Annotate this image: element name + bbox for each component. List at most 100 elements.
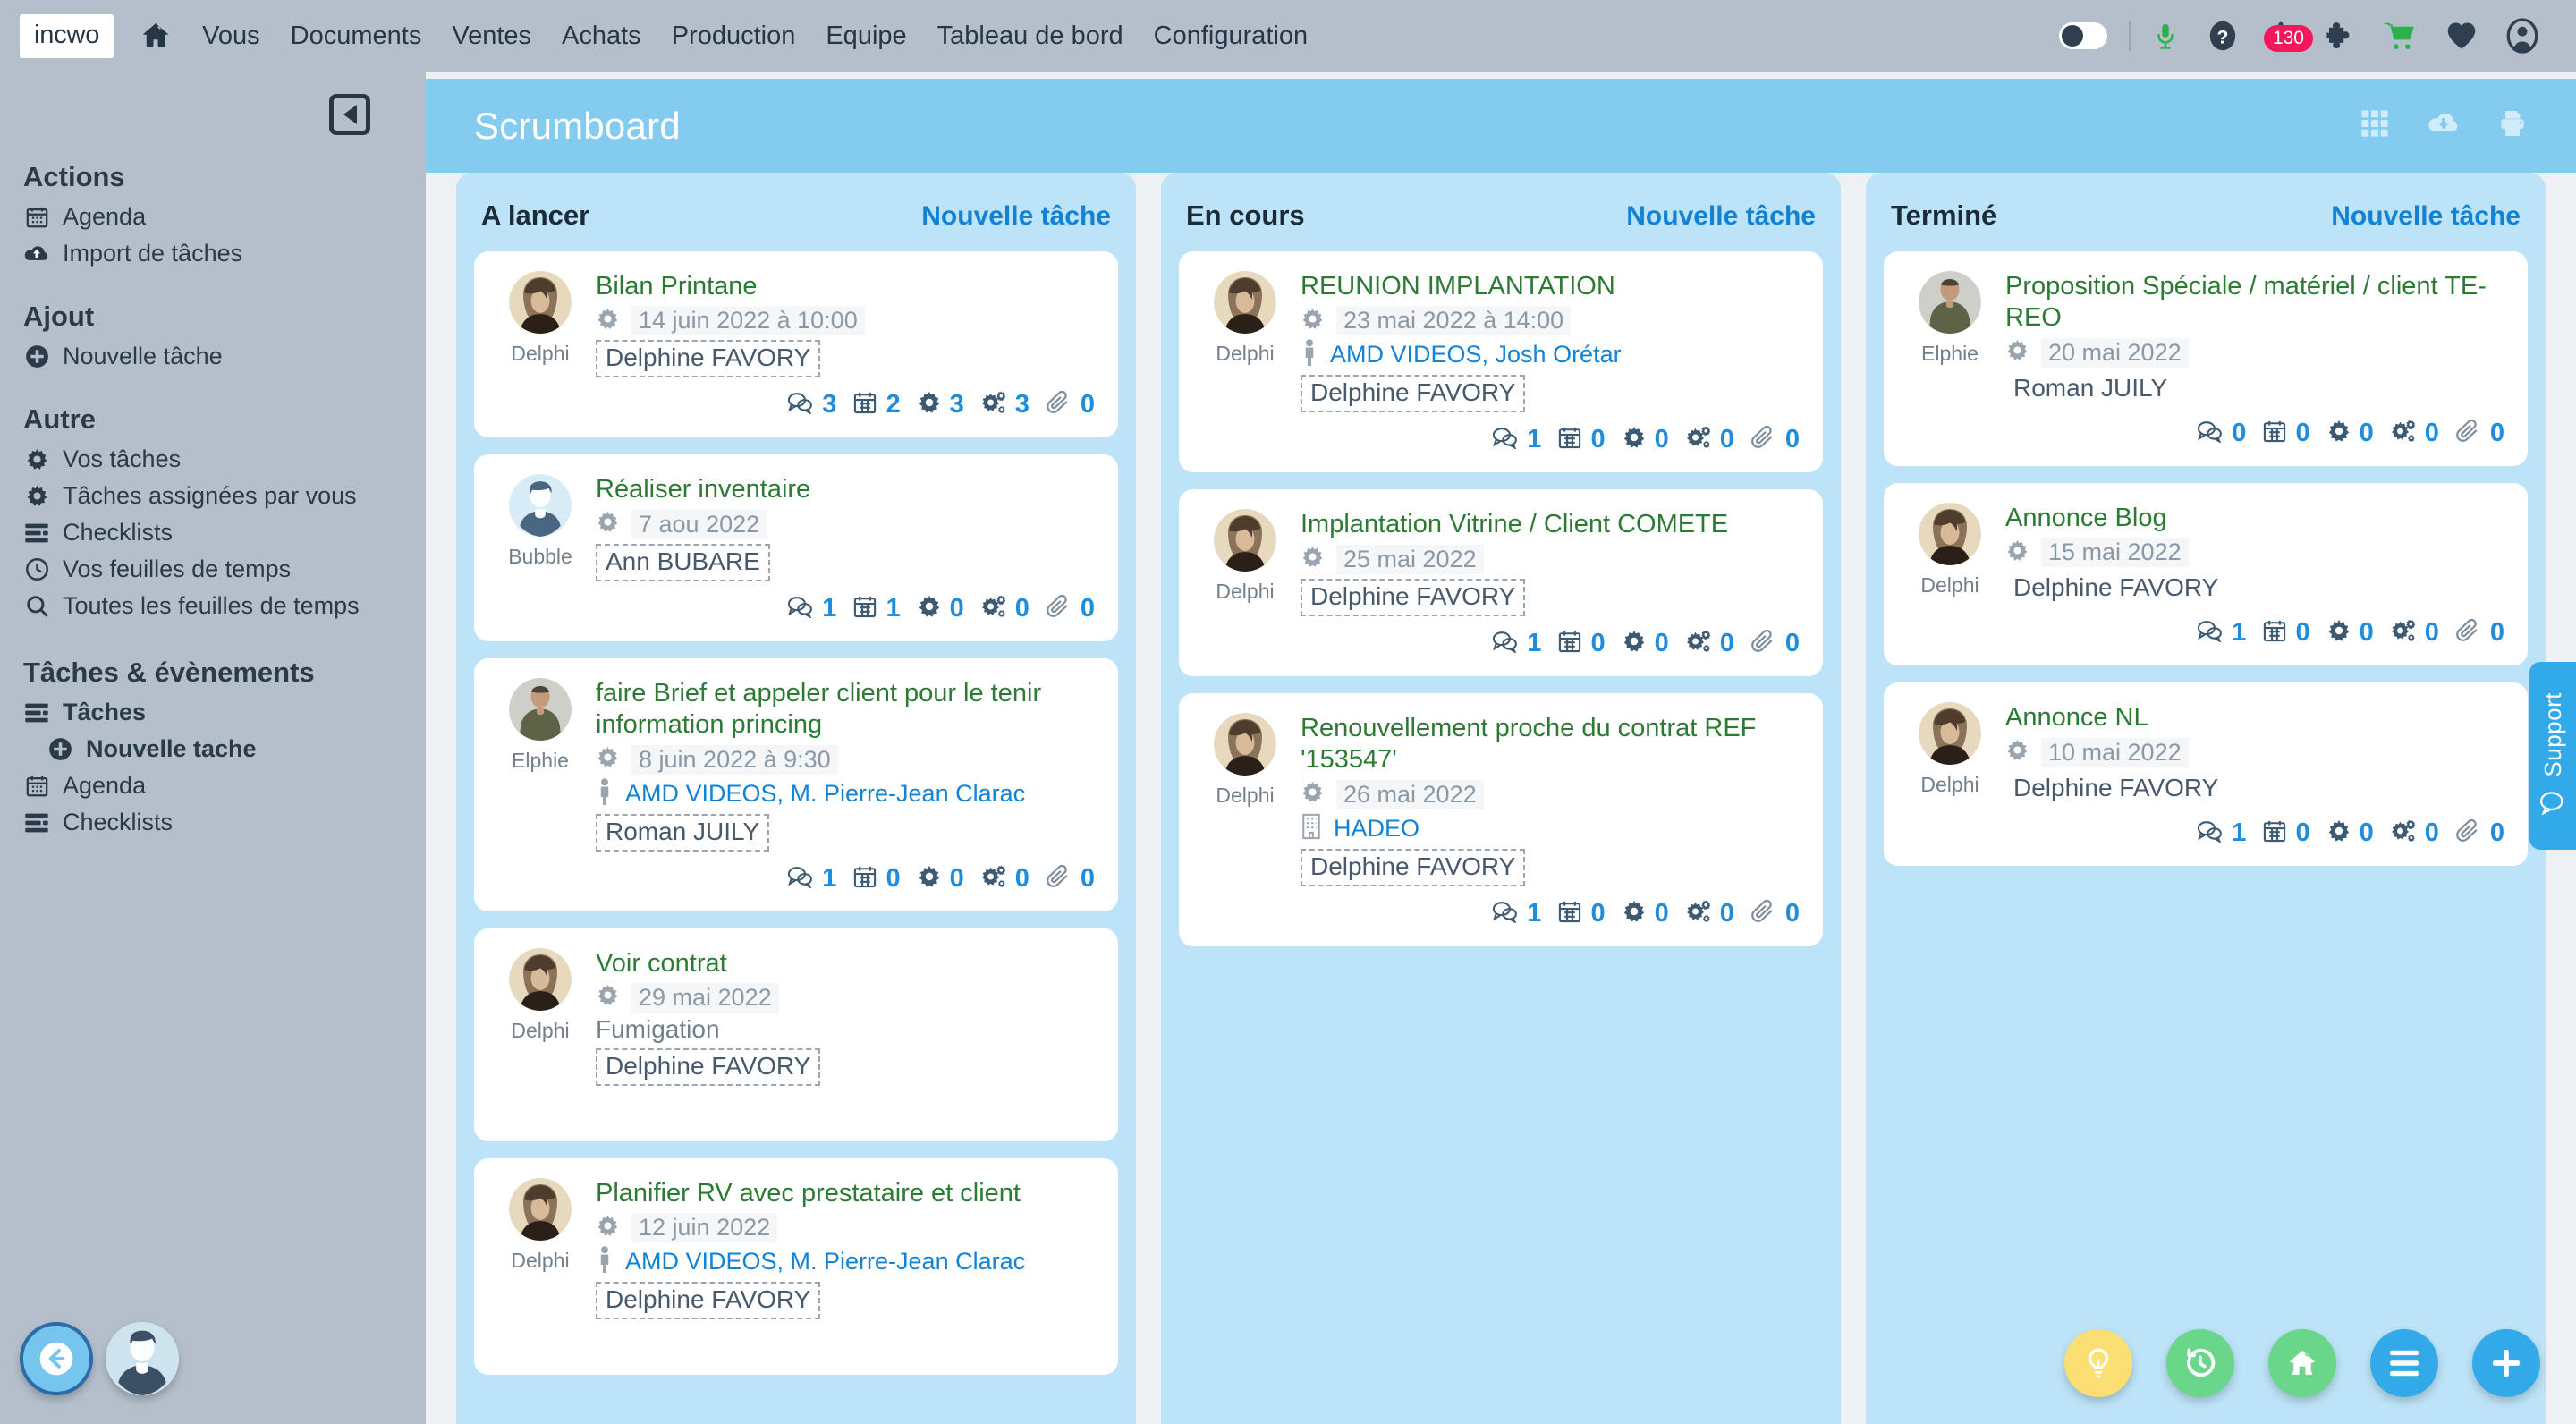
sidebar-item-taches-assignees[interactable]: Tâches assignées par vous bbox=[0, 478, 426, 514]
nav-item-production[interactable]: Production bbox=[657, 21, 811, 51]
stat-value: 3 bbox=[949, 390, 964, 420]
list-icon bbox=[23, 813, 50, 833]
task-title[interactable]: Réaliser inventaire bbox=[596, 474, 810, 505]
sidebar-item-import-taches[interactable]: Import de tâches bbox=[0, 235, 426, 272]
nav-item-ventes[interactable]: Ventes bbox=[436, 21, 547, 51]
grid-view-icon[interactable] bbox=[2360, 109, 2389, 142]
task-contact[interactable]: AMD VIDEOS, Josh Orétar bbox=[1330, 341, 1622, 369]
avatar bbox=[1214, 712, 1276, 776]
task-title[interactable]: Proposition Spéciale / matériel / client… bbox=[2005, 271, 2504, 335]
theme-toggle[interactable] bbox=[2045, 22, 2122, 49]
task-card[interactable]: Delphi Planifier RV avec prestataire et … bbox=[474, 1157, 1118, 1376]
task-contact[interactable]: AMD VIDEOS, M. Pierre-Jean Clarac bbox=[625, 1248, 1025, 1276]
cloud-upload-icon bbox=[23, 243, 50, 265]
support-tab-button[interactable]: Support bbox=[2529, 662, 2576, 850]
heart-icon[interactable] bbox=[2431, 21, 2492, 50]
sidebar-item-nouvelle-tache-sub[interactable]: Nouvelle tache bbox=[0, 731, 426, 767]
avatar bbox=[509, 947, 572, 1011]
gear-icon bbox=[917, 390, 942, 420]
sidebar-item-checklists[interactable]: Checklists bbox=[0, 514, 426, 551]
list-icon bbox=[23, 703, 50, 723]
sidebar-item-nouvelle-tache[interactable]: Nouvelle tâche bbox=[0, 338, 426, 375]
column-cards: Elphie Proposition Spéciale / matériel /… bbox=[1866, 251, 2546, 866]
task-title[interactable]: Voir contrat bbox=[596, 948, 727, 979]
task-contact[interactable]: HADEO bbox=[1334, 815, 1419, 843]
lightbulb-fab[interactable] bbox=[2064, 1329, 2132, 1397]
task-assignee[interactable]: Delphine FAVORY bbox=[596, 1047, 821, 1086]
sidebar-item-agenda[interactable]: Agenda bbox=[0, 199, 426, 235]
puzzle-icon[interactable] bbox=[2309, 21, 2368, 51]
sidebar-item-vos-feuilles-de-temps[interactable]: Vos feuilles de temps bbox=[0, 551, 426, 588]
task-title[interactable]: Renouvellement proche du contrat REF '15… bbox=[1301, 713, 1800, 776]
task-card[interactable]: Elphie Proposition Spéciale / matériel /… bbox=[1884, 251, 2528, 466]
home-fab[interactable] bbox=[2268, 1329, 2336, 1397]
board-header-actions bbox=[2360, 109, 2527, 142]
task-title[interactable]: Annonce Blog bbox=[2005, 503, 2167, 534]
task-card[interactable]: Delphi Implantation Vitrine / Client COM… bbox=[1179, 489, 1823, 676]
add-fab[interactable] bbox=[2472, 1329, 2540, 1397]
task-title[interactable]: Bilan Printane bbox=[596, 271, 758, 302]
user-avatar-button[interactable] bbox=[106, 1322, 179, 1395]
cart-icon[interactable] bbox=[2368, 21, 2431, 51]
task-title[interactable]: faire Brief et appeler client pour le te… bbox=[596, 678, 1095, 742]
print-icon[interactable] bbox=[2498, 109, 2527, 142]
cloud-download-icon[interactable] bbox=[2427, 110, 2461, 141]
nav-item-configuration[interactable]: Configuration bbox=[1139, 21, 1324, 51]
task-contact[interactable]: AMD VIDEOS, M. Pierre-Jean Clarac bbox=[625, 780, 1025, 808]
nav-item-achats[interactable]: Achats bbox=[547, 21, 657, 51]
sidebar-item-toutes-feuilles-de-temps[interactable]: Toutes les feuilles de temps bbox=[0, 588, 426, 624]
nav-item-documents[interactable]: Documents bbox=[275, 21, 437, 51]
microphone-icon[interactable] bbox=[2138, 20, 2193, 52]
nav-item-tableau-de-bord[interactable]: Tableau de bord bbox=[922, 21, 1139, 51]
brand-logo[interactable]: incwo bbox=[20, 13, 114, 58]
task-card[interactable]: Delphi REUNION IMPLANTATION 23 mai 2022 … bbox=[1179, 251, 1823, 473]
task-title[interactable]: Planifier RV avec prestataire et client bbox=[596, 1178, 1021, 1209]
task-assignee[interactable]: Delphine FAVORY bbox=[1301, 848, 1526, 886]
task-title[interactable]: Implantation Vitrine / Client COMETE bbox=[1301, 509, 1728, 540]
new-task-button[interactable]: Nouvelle tâche bbox=[921, 201, 1111, 232]
sidebar-item-checklists-2[interactable]: Checklists bbox=[0, 804, 426, 841]
sidebar-item-agenda-2[interactable]: Agenda bbox=[0, 767, 426, 804]
back-button[interactable] bbox=[20, 1322, 93, 1395]
task-assignee[interactable]: Roman JUILY bbox=[596, 813, 770, 852]
nav-item-equipe[interactable]: Equipe bbox=[810, 21, 921, 51]
task-assignee[interactable]: Ann BUBARE bbox=[596, 543, 770, 581]
new-task-button[interactable]: Nouvelle tâche bbox=[2331, 201, 2521, 232]
help-icon[interactable]: ? bbox=[2193, 19, 2252, 53]
calendar-icon bbox=[23, 774, 50, 798]
home-icon[interactable] bbox=[140, 21, 171, 51]
task-assignee[interactable]: Delphine FAVORY bbox=[1301, 375, 1526, 413]
sidebar-item-taches[interactable]: Tâches bbox=[0, 694, 426, 731]
task-card[interactable]: Elphie faire Brief et appeler client pou… bbox=[474, 657, 1118, 911]
task-card[interactable]: Delphi Voir contrat 29 mai 2022 Fumigati… bbox=[474, 928, 1118, 1141]
author-name: Delphi bbox=[1216, 783, 1275, 807]
task-assignee[interactable]: Roman JUILY bbox=[2005, 372, 2175, 406]
account-icon[interactable] bbox=[2492, 18, 2553, 54]
task-assignee[interactable]: Delphine FAVORY bbox=[1301, 578, 1526, 616]
sidebar-item-vos-taches[interactable]: Vos tâches bbox=[0, 441, 426, 478]
card-body: Annonce NL 10 mai 2022 Delphine FAVORY 1 bbox=[2005, 702, 2504, 847]
column-title: Terminé bbox=[1891, 199, 1997, 231]
task-card[interactable]: Bubble Réaliser inventaire 7 aou 2022 An… bbox=[474, 454, 1118, 641]
task-assignee[interactable]: Delphine FAVORY bbox=[596, 1282, 821, 1320]
task-card[interactable]: Delphi Annonce NL 10 mai 2022 Delphine F… bbox=[1884, 682, 2528, 866]
nav-item-vous[interactable]: Vous bbox=[187, 21, 275, 51]
notifications-bell-icon[interactable]: 130 bbox=[2252, 20, 2313, 52]
stat-value: 0 bbox=[1014, 593, 1030, 623]
task-assignee[interactable]: Delphine FAVORY bbox=[596, 340, 821, 378]
task-title[interactable]: Annonce NL bbox=[2005, 702, 2148, 733]
stat-value: 0 bbox=[1784, 628, 1800, 657]
sidebar-collapse-button[interactable] bbox=[329, 94, 370, 135]
stat-attachments: 0 bbox=[2455, 818, 2504, 848]
task-card[interactable]: Delphi Renouvellement proche du contrat … bbox=[1179, 692, 1823, 946]
task-title[interactable]: REUNION IMPLANTATION bbox=[1301, 271, 1615, 302]
task-card[interactable]: Delphi Bilan Printane 14 juin 2022 à 10:… bbox=[474, 251, 1118, 438]
history-fab[interactable] bbox=[2166, 1329, 2234, 1397]
task-date: 25 mai 2022 bbox=[1336, 544, 1484, 574]
task-assignee[interactable]: Delphine FAVORY bbox=[2005, 572, 2226, 606]
sidebar-item-label: Agenda bbox=[63, 203, 147, 230]
menu-fab[interactable] bbox=[2370, 1329, 2438, 1397]
new-task-button[interactable]: Nouvelle tâche bbox=[1626, 201, 1816, 232]
task-assignee[interactable]: Delphine FAVORY bbox=[2005, 772, 2226, 806]
task-card[interactable]: Delphi Annonce Blog 15 mai 2022 Delphine… bbox=[1884, 482, 2528, 666]
